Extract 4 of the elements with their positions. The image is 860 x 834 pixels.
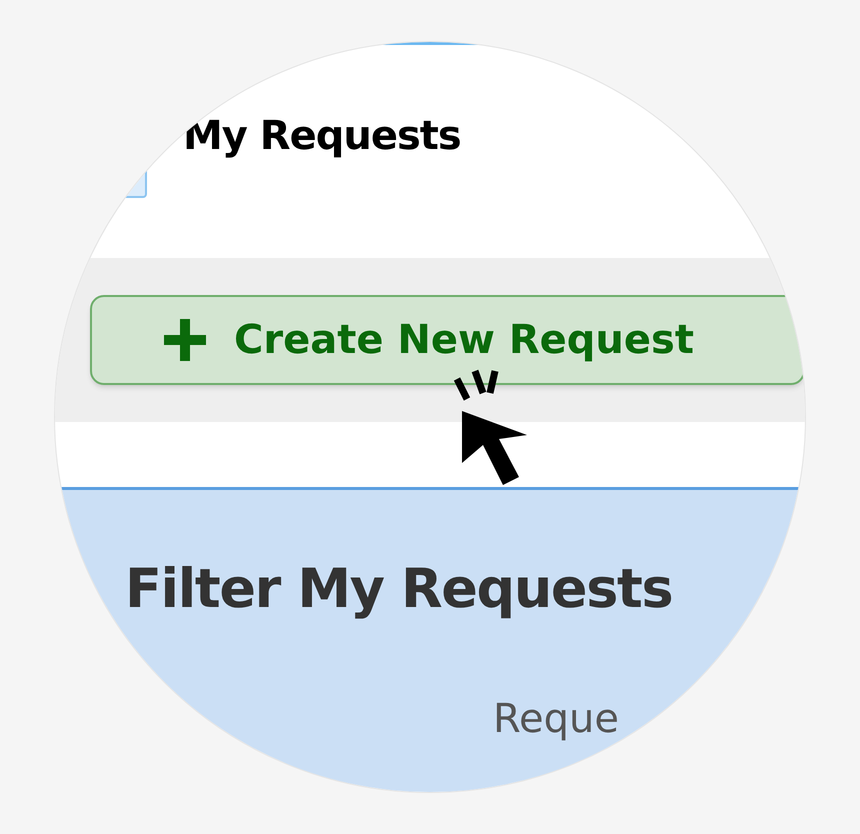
create-request-button[interactable]: Create New Request [90,295,805,385]
plus-icon [164,319,206,361]
filter-title: Filter My Requests [125,556,674,622]
field-label: Reque [493,695,620,744]
